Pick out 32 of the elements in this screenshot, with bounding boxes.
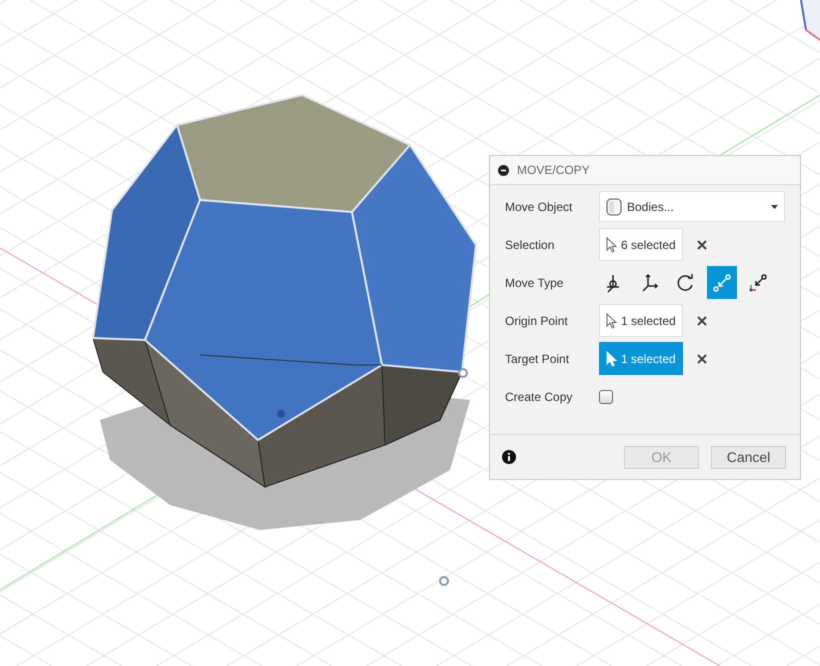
- close-icon: [696, 316, 707, 326]
- collapse-icon[interactable]: [498, 164, 509, 176]
- translate-icon: [640, 272, 660, 292]
- field-label: Origin Point: [505, 314, 569, 328]
- field-label: Selection: [505, 238, 556, 252]
- close-icon: [696, 240, 707, 250]
- origin-point-icon: [439, 576, 449, 586]
- selection-field[interactable]: 1 selected: [599, 304, 683, 337]
- cursor-icon: [606, 312, 618, 328]
- caret-icon: [771, 204, 778, 208]
- create-copy-checkbox[interactable]: [599, 390, 613, 404]
- close-icon: [696, 354, 707, 364]
- view-cube-drawing: [800, 0, 820, 41]
- dialog-title: MOVE/COPY: [517, 163, 590, 177]
- point-marker-icon: [458, 368, 468, 378]
- cursor-icon: [606, 236, 618, 252]
- field-label: Move Type: [505, 276, 564, 290]
- body-icon: [606, 198, 622, 216]
- info-icon[interactable]: [502, 450, 516, 464]
- cursor-icon: [606, 350, 618, 366]
- field-label: Create Copy: [505, 390, 574, 404]
- dialog-button[interactable]: Cancel: [711, 446, 786, 468]
- point-to-position-icon: [748, 272, 768, 292]
- rotate-icon: [676, 272, 696, 292]
- point-to-point-icon: [712, 272, 732, 292]
- selection-field[interactable]: 6 selected: [599, 228, 683, 261]
- field-label: Target Point: [505, 352, 570, 366]
- clear-button[interactable]: [694, 314, 709, 328]
- move-object-dropdown[interactable]: Bodies...: [599, 191, 785, 222]
- field-label: Move Object: [505, 200, 574, 214]
- clear-button[interactable]: [694, 352, 709, 366]
- clear-button[interactable]: [694, 238, 709, 252]
